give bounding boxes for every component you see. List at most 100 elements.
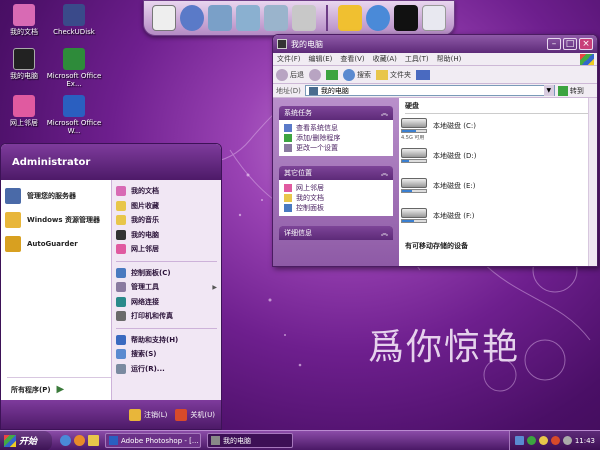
menu-item-my-music[interactable]: 我的音乐 [116,213,217,228]
task-photoshop[interactable]: Adobe Photoshop - [... [105,433,201,448]
go-arrow-icon [557,85,568,96]
start-button[interactable]: 开始 [0,430,52,450]
folder-icon[interactable] [88,435,99,446]
network-tray-icon[interactable] [514,436,524,445]
menu-item-help[interactable]: 帮助和支持(H) [116,333,217,348]
menu-item-admin-tools[interactable]: 管理工具 ▶ [116,280,217,295]
task-item[interactable]: 更改一个设置 [284,143,388,153]
folders-button[interactable]: 文件夹 [376,69,411,80]
close-button[interactable]: × [579,38,593,50]
panel-title: 系统任务 [284,109,312,117]
desktop-icon-word[interactable]: Microsoft Office W... [46,95,102,135]
quick-launch [60,435,99,446]
drive-item[interactable]: 本地磁盘 (D:) [401,148,591,178]
menu-item-printers[interactable]: 打印机和传真 [116,309,217,324]
desktop-icon-checkudisk[interactable]: CheckUDisk [46,4,102,36]
window-titlebar[interactable]: 我的电脑 – □ × [273,35,597,53]
place-item[interactable]: 网上邻居 [284,183,388,193]
collapse-icon[interactable]: ︽ [381,168,388,178]
menu-file[interactable]: 文件(F) [277,54,301,64]
pinned-item[interactable]: 管理您的服务器 [5,184,107,208]
tools-icon[interactable] [292,5,316,31]
task-item[interactable]: 添加/删除程序 [284,133,388,143]
task-my-computer[interactable]: 我的电脑 [207,433,293,448]
antivirus-tray-icon[interactable] [550,436,560,445]
menu-edit[interactable]: 编辑(E) [309,54,333,64]
documents-folder-icon [13,4,35,26]
up-folder-icon[interactable] [326,69,338,80]
desktop-icon-my-computer[interactable]: 我的电脑 [0,48,52,80]
menu-view[interactable]: 查看(V) [340,54,364,64]
scrollbar[interactable] [588,98,597,266]
shield-tray-icon[interactable] [526,436,536,445]
globe-icon[interactable] [180,5,204,31]
menu-item-network-connections[interactable]: 网络连接 [116,295,217,310]
documents-folder-icon [284,194,292,202]
folder-icon[interactable] [208,5,232,31]
back-button[interactable]: 后退 [276,68,304,81]
menu-item-label: 图片收藏 [131,201,159,210]
folder-sync-icon[interactable] [264,5,288,31]
menu-item-control-panel[interactable]: 控制面板(C) [116,266,217,281]
chevron-down-icon[interactable]: ▼ [543,85,554,96]
panel-header[interactable]: 其它位置 ︽ [279,166,393,180]
menu-item-network[interactable]: 网上邻居 [116,242,217,257]
task-item[interactable]: 查看系统信息 [284,123,388,133]
maximize-button[interactable]: □ [563,38,577,50]
menu-item-search[interactable]: 搜索(S) [116,347,217,362]
collapse-icon[interactable]: ︽ [381,228,388,238]
pinned-item[interactable]: Windows 资源管理器 [5,208,107,232]
minimize-button[interactable]: – [547,38,561,50]
hard-drive-icon [401,148,429,170]
menu-favorites[interactable]: 收藏(A) [373,54,397,64]
menu-item-my-pictures[interactable]: 图片收藏 [116,199,217,214]
panel-header[interactable]: 详细信息 ︽ [279,226,393,240]
pinned-item[interactable]: AutoGuarder [5,232,107,256]
ie-globe-icon[interactable] [366,5,390,31]
address-input[interactable]: 我的电脑 ▼ [304,85,555,96]
desktop-icon-excel[interactable]: Microsoft Office Ex... [46,48,102,88]
printer-icon [116,311,126,322]
shutdown-button[interactable]: 关机(U) [175,408,215,421]
slideshow-icon[interactable] [152,5,176,31]
drive-item[interactable]: 本地磁盘 (E:) [401,178,591,208]
views-icon[interactable] [416,69,430,80]
drive-item[interactable]: 4.5G 可用 本地磁盘 (C:) [401,118,591,148]
ie-icon[interactable] [60,435,71,446]
shield-icon [5,236,21,252]
address-bar: 地址(D) 我的电脑 ▼ 转到 [273,84,597,98]
menu-item-my-documents[interactable]: 我的文档 [116,184,217,199]
desktop-icon-network[interactable]: 网上邻居 [0,95,52,127]
volume-tray-icon[interactable] [562,436,572,445]
place-item[interactable]: 控制面板 [284,203,388,213]
menu-item-my-computer[interactable]: 我的电脑 [116,228,217,243]
menu-help[interactable]: 帮助(H) [437,54,462,64]
go-button[interactable]: 转到 [557,85,587,96]
usage-bar [402,190,412,192]
flash-icon[interactable] [338,5,362,31]
desktop-icon-my-documents[interactable]: 我的文档 [0,4,52,36]
panel-header[interactable]: 系统任务 ︽ [279,106,393,120]
collapse-icon[interactable]: ︽ [381,108,388,118]
section-header: 硬盘 [405,100,591,114]
logoff-button[interactable]: 注销(L) [129,408,167,421]
forward-button[interactable] [309,68,321,81]
menu-item-run[interactable]: 运行(R)... [116,362,217,377]
music-folder-icon [116,215,126,226]
firefox-icon[interactable] [74,435,85,446]
clock[interactable]: 11:43 [575,437,595,445]
windows-logo-icon [580,53,594,65]
all-programs-button[interactable]: 所有程序(P) ▶ [11,384,64,395]
place-item[interactable]: 我的文档 [284,193,388,203]
folder-open-icon[interactable] [236,5,260,31]
tshirt-icon[interactable] [394,5,418,31]
search-label: 搜索 [357,70,371,79]
recycle-bin-icon[interactable] [422,5,446,31]
menu-tools[interactable]: 工具(T) [405,54,429,64]
update-tray-icon[interactable] [538,436,548,445]
drive-item[interactable]: 本地磁盘 (F:) [401,208,591,238]
desktop-icon-label: 我的文档 [10,28,38,36]
search-button[interactable]: 搜索 [343,68,371,81]
explorer-icon [5,212,21,228]
network-connections-icon [116,296,126,307]
